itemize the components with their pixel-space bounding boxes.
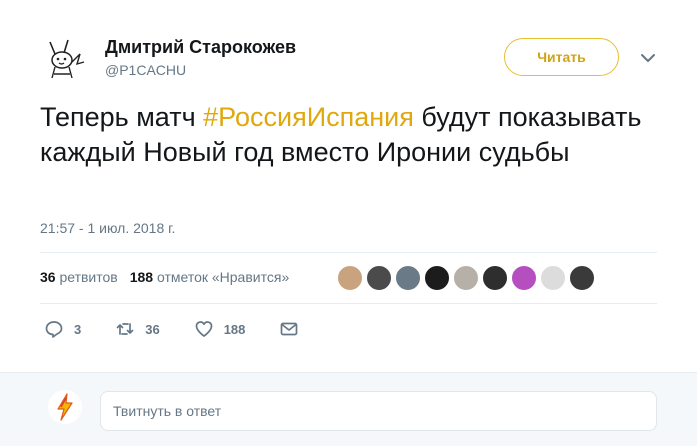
reply-action[interactable]: 3 [44, 319, 81, 339]
chevron-down-icon[interactable] [638, 48, 658, 68]
tweet-card: Дмитрий Старокожев @P1CACHU Читать Тепер… [0, 0, 697, 372]
like-action[interactable]: 188 [194, 319, 245, 339]
author-name[interactable]: Дмитрий Старокожев [105, 37, 296, 58]
liker-2-avatar[interactable] [366, 265, 392, 291]
liker-7-avatar[interactable] [511, 265, 537, 291]
retweet-action[interactable]: 36 [115, 319, 160, 339]
liker-1-avatar[interactable] [337, 265, 363, 291]
liker-6-avatar[interactable] [482, 265, 508, 291]
reply-input[interactable] [100, 391, 657, 431]
follow-button[interactable]: Читать [504, 38, 619, 76]
message-action[interactable] [279, 319, 309, 339]
liker-4-avatar[interactable] [424, 265, 450, 291]
author-avatar[interactable] [40, 34, 88, 82]
retweets-stat[interactable]: 36 ретвитов [40, 269, 118, 285]
hashtag-link[interactable]: #РоссияИспания [203, 102, 414, 132]
liker-8-avatar[interactable] [540, 265, 566, 291]
tweet-text-before: Теперь матч [40, 102, 204, 132]
tweet-text: Теперь матч #РоссияИспания будут показыв… [40, 100, 660, 170]
liker-avatars [337, 265, 595, 291]
likes-stat[interactable]: 188 отметок «Нравится» [130, 269, 290, 285]
liker-5-avatar[interactable] [453, 265, 479, 291]
divider [40, 252, 657, 253]
heart-icon [195, 321, 213, 337]
retweet-icon [116, 323, 134, 335]
pikachu-sketch-icon [40, 34, 88, 82]
current-user-avatar[interactable] [48, 390, 82, 424]
tweet-stats: 36 ретвитов 188 отметок «Нравится» [40, 269, 289, 285]
envelope-icon [281, 322, 298, 336]
lightning-icon [48, 390, 82, 424]
liker-3-avatar[interactable] [395, 265, 421, 291]
author-handle[interactable]: @P1CACHU [105, 62, 186, 78]
tweet-timestamp[interactable]: 21:57 - 1 июл. 2018 г. [40, 220, 175, 236]
divider [40, 303, 657, 304]
reply-icon [45, 321, 63, 338]
tweet-actions: 3 36 188 [44, 319, 343, 339]
liker-9-avatar[interactable] [569, 265, 595, 291]
